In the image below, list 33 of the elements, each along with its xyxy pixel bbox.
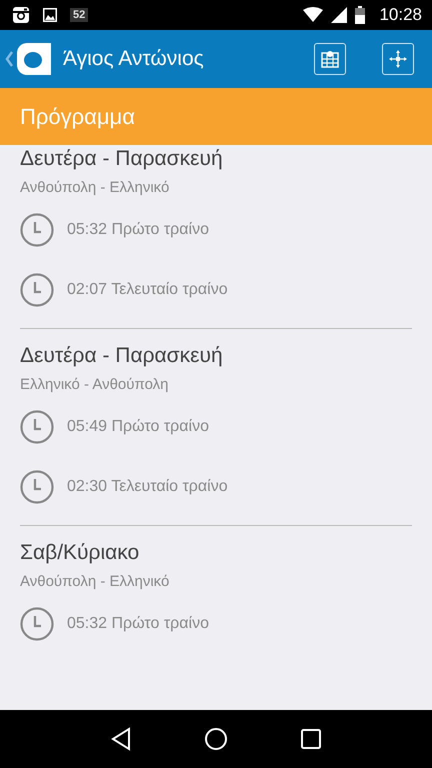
app-title: Άγιος Αντώνιος [63,47,204,71]
clock-icon [20,213,54,247]
days-heading: Σαβ/Κύριακο [20,540,140,566]
crosshair-icon [388,49,408,69]
notification-count: 52 [70,8,88,22]
train-time: 02:30 Τελευταίο τραίνο [67,478,228,496]
route-label: Ανθούπολη - Ελληνικό [20,178,170,198]
clock-icon [20,410,54,444]
signal-icon [331,7,348,23]
days-heading: Δευτέρα - Παρασκευή [20,146,224,172]
home-icon[interactable] [204,727,228,751]
train-time: 02:07 Τελευταίο τραίνο [67,281,228,299]
status-time: 10:28 [379,5,422,25]
train-time: 05:32 Πρώτο τραίνο [67,221,209,239]
image-icon [42,7,58,23]
back-nav-icon[interactable] [110,727,132,751]
recents-icon[interactable] [300,728,322,750]
clock-icon [20,470,54,504]
clock-icon [20,607,54,641]
clock-icon [20,273,54,307]
route-label: Ελληνικό - Ανθούπολη [20,375,170,395]
battery-icon [355,6,366,24]
days-heading: Δευτέρα - Παρασκευή [20,343,224,369]
map-icon [320,49,340,69]
section-header: Πρόγραμμα [0,88,432,145]
train-time: 05:49 Πρώτο τραίνο [67,418,209,436]
logo-icon [17,41,53,77]
train-time: 05:32 Πρώτο τραίνο [67,615,209,633]
camera-app-icon [12,6,30,24]
route-label: Ανθούπολη - Ελληνικό [20,572,170,592]
move-button[interactable] [382,43,414,75]
map-button[interactable] [314,43,346,75]
wifi-icon [303,7,324,23]
